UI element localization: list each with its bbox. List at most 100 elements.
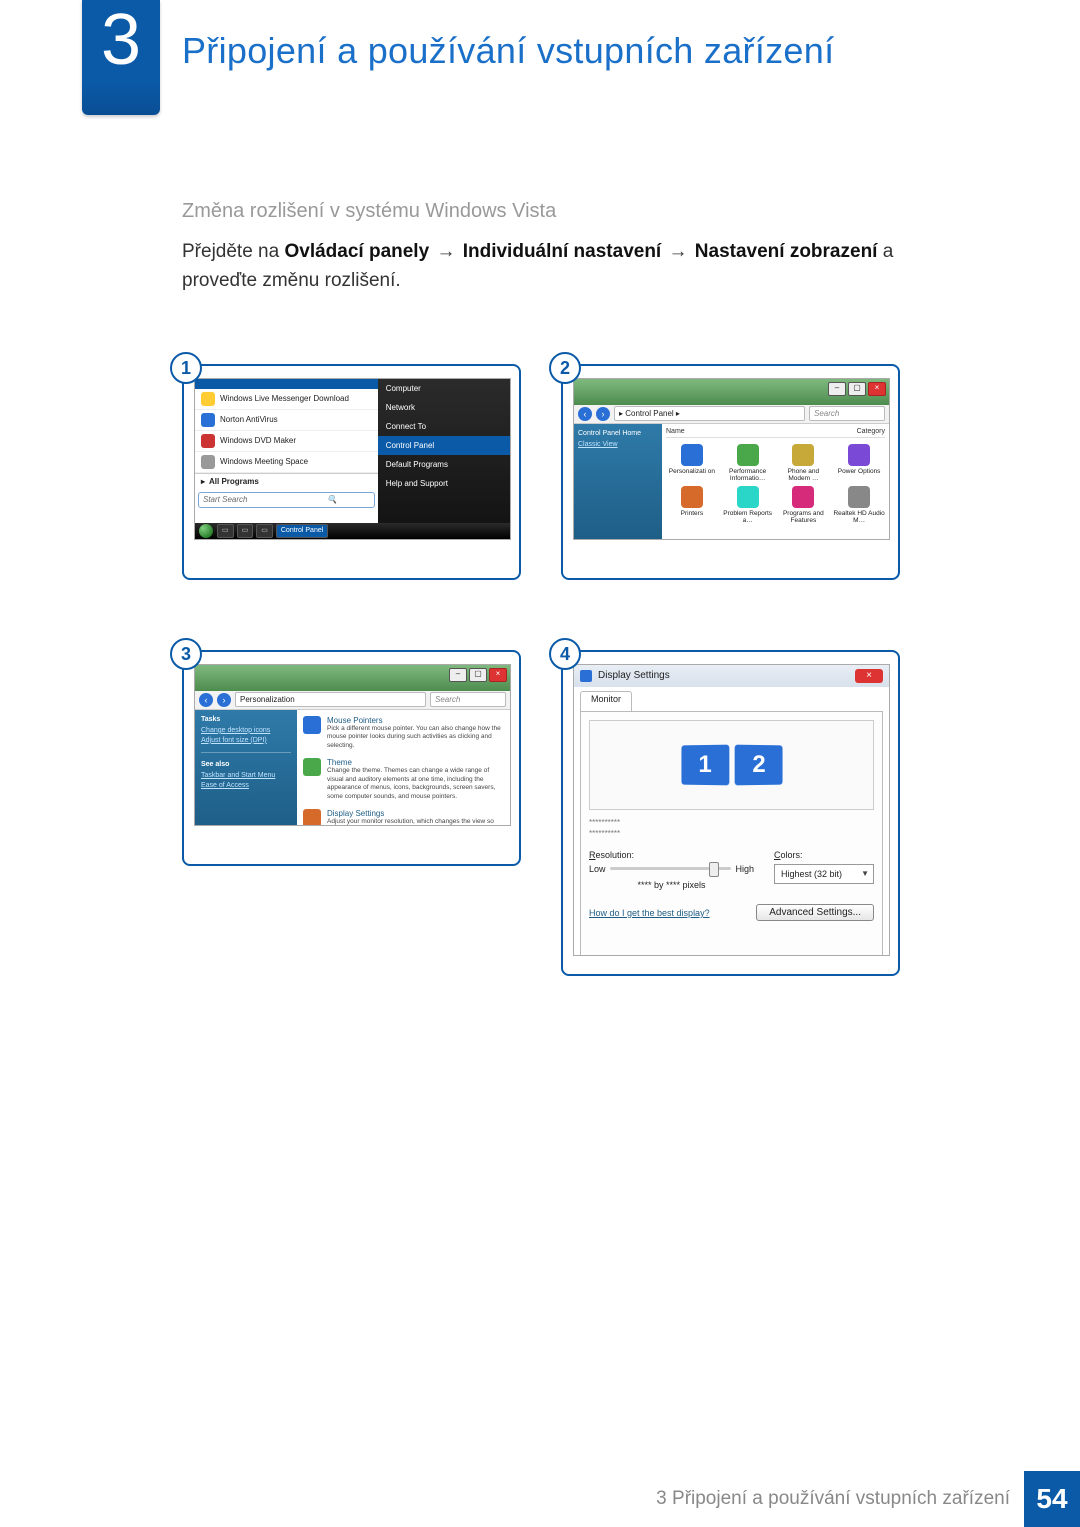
cp-item-icon [681,444,703,466]
item-icon [303,716,321,734]
step-number: 1 [170,352,202,384]
start-right-item: Connect To [378,417,510,436]
step-3: 3 – ▢ × ‹ › Personalization Search [182,650,521,976]
page-number: 54 [1024,1471,1080,1527]
intro-paragraph: Přejděte na Ovládací panely → Individuál… [182,237,900,296]
col-name: Name [666,428,857,435]
all-programs-label: All Programs [209,477,259,486]
cp-item: Phone and Modem … [778,444,830,482]
cp-item-icon [792,444,814,466]
minimize-icon: – [828,382,846,396]
screenshot-start-menu: Windows Live Messenger Download Norton An… [194,378,511,540]
advanced-settings-button: Advanced Settings... [756,904,874,921]
back-icon: ‹ [199,693,213,707]
explorer-toolbar: ‹ › Personalization Search [195,691,510,710]
app-icon [201,392,215,406]
chapter-number-tab: 3 [82,0,160,115]
cp-item-label: Programs and Features [778,510,830,524]
taskbar: ▭ ▭ ▭ Control Panel [195,523,510,539]
cp-item-icon [737,444,759,466]
start-menu-label: Windows Live Messenger Download [220,394,349,403]
explorer-search: Search [809,406,885,421]
start-right-item: Computer [378,379,510,398]
step-number: 4 [549,638,581,670]
forward-icon: › [217,693,231,707]
start-menu-label: Windows DVD Maker [220,436,296,445]
start-menu-item: Windows DVD Maker [195,431,378,452]
start-right-item: Default Programs [378,455,510,474]
cp-item-label: Printers [666,510,718,517]
sidebar-link: Adjust font size (DPI) [201,737,291,744]
step-number: 3 [170,638,202,670]
cp-icon-grid: Personalizati on Performance Informatio… P… [666,444,885,524]
resolution-label: Resolution: [589,850,754,860]
personalization-item: Display SettingsAdjust your monitor reso… [303,809,504,826]
path-part2: Individuální nastavení [463,241,662,262]
path-part3: Nastavení zobrazení [695,241,878,262]
personalization-main: Mouse PointersPick a different mouse poi… [297,710,510,826]
item-description: Change the theme. Themes can change a wi… [327,767,504,801]
intro-pre: Přejděte na [182,241,284,262]
chapter-title: Připojení a používání vstupních zařízení [182,30,834,72]
slider-thumb-icon [709,862,719,877]
screenshot-frame: Display Settings × Monitor 1 2 [561,650,900,976]
cp-home-link: Control Panel Home [578,430,658,437]
step-4: 4 Display Settings × Monitor [561,650,900,976]
cp-item-icon [792,486,814,508]
start-right-item: Help and Support [378,474,510,493]
search-icon: 🔍 [286,495,373,504]
step-2: 2 – ▢ × ‹ › ▸ Control Panel ▸ Search [561,364,900,580]
cp-item-label: Problem Reports a… [722,510,774,524]
colors-combobox: Highest (32 bit) [774,864,874,884]
arrow-icon: → [667,241,690,262]
section-subtitle: Změna rozlišení v systému Windows Vista [182,200,900,223]
close-icon: × [855,669,883,683]
slider-high-label: High [735,864,754,874]
cp-sidebar: Control Panel Home Classic View [574,424,662,540]
maximize-icon: ▢ [848,382,866,396]
minimize-icon: – [449,668,467,682]
cp-item: Personalizati on [666,444,718,482]
start-menu-label: Norton AntiVirus [220,415,278,424]
page-content: Změna rozlišení v systému Windows Vista … [0,140,1080,976]
item-description: Adjust your monitor resolution, which ch… [327,818,504,826]
personalization-item: ThemeChange the theme. Themes can change… [303,758,504,801]
cp-classic-link: Classic View [578,441,658,448]
window-chrome: – ▢ × [574,379,889,405]
dialog-titlebar: Display Settings × [574,665,889,687]
screenshot-frame: – ▢ × ‹ › Personalization Search [182,650,521,866]
footer-title: 3 Připojení a používání vstupních zaříze… [656,1488,1024,1510]
personalization-item: Mouse PointersPick a different mouse poi… [303,716,504,750]
cp-item: Problem Reports a… [722,486,774,524]
item-title: Mouse Pointers [327,716,504,725]
pixel-readout: **** by **** pixels [589,880,754,890]
sidebar-link: Change desktop icons [201,727,291,734]
close-icon: × [489,668,507,682]
steps-grid: 1 Windows Live Messenger DownloadNorton … [182,364,900,976]
display-icon [580,670,592,682]
forward-icon: › [596,407,610,421]
step-1: 1 Windows Live Messenger DownloadNorton … [182,364,521,580]
arrow-icon: → [434,241,457,262]
start-orb-icon [199,524,213,538]
cp-item-label: Personalizati on [666,468,718,475]
monitor-2-icon: 2 [734,745,782,786]
address-bar: Personalization [235,692,426,707]
item-title: Theme [327,758,504,767]
path-part1: Ovládací panely [284,241,429,262]
start-menu-label: Windows Meeting Space [220,457,308,466]
slider-low-label: Low [589,864,606,874]
screenshot-frame: – ▢ × ‹ › ▸ Control Panel ▸ Search [561,364,900,580]
placeholder-text: ********** [589,818,874,827]
app-icon [201,455,215,469]
address-bar: ▸ Control Panel ▸ [614,406,805,421]
cp-item-label: Performance Informatio… [722,468,774,482]
document-page: 3 Připojení a používání vstupních zaříze… [0,0,1080,1527]
step-number: 2 [549,352,581,384]
explorer-toolbar: ‹ › ▸ Control Panel ▸ Search [574,405,889,424]
start-search-input: Start Search 🔍 [198,492,375,508]
placeholder-text: ********** [589,829,874,838]
cp-item: Power Options [833,444,885,482]
tasks-heading: Tasks [201,716,291,723]
sidebar-link: Ease of Access [201,782,291,789]
